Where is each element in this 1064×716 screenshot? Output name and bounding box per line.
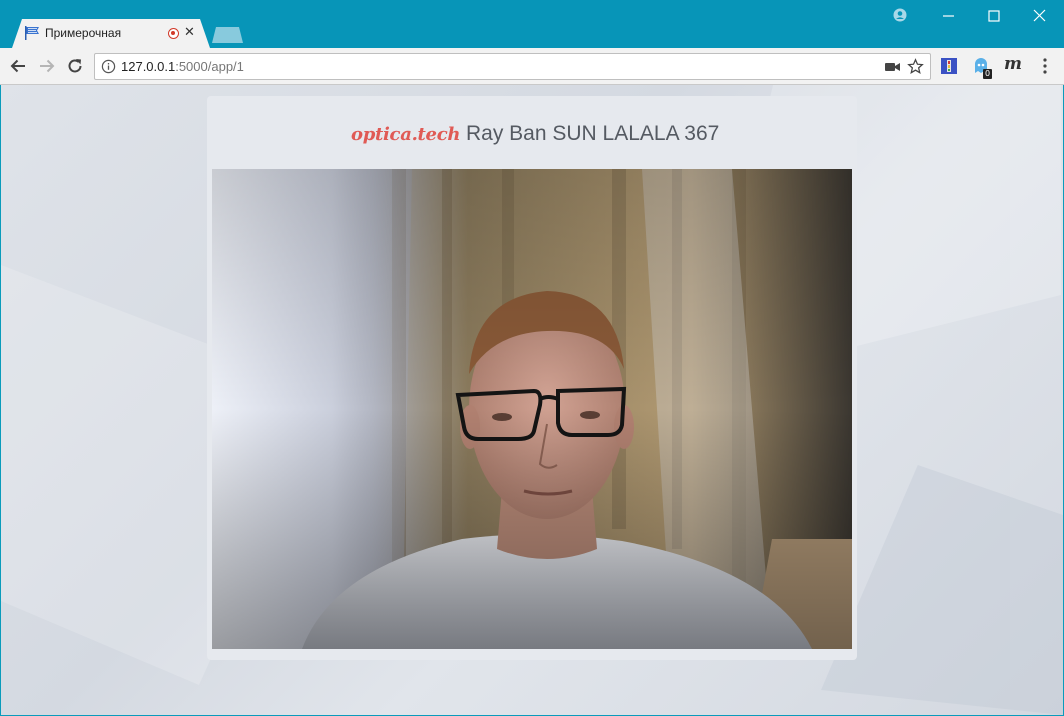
user-icon[interactable] [892, 6, 912, 26]
try-on-card: optica.tech Ray Ban SUN LALALA 367 [207, 96, 857, 660]
maximize-icon[interactable] [984, 6, 1004, 26]
flag-icon [25, 26, 39, 40]
title-bar: Примерочная ✕ [0, 0, 1064, 48]
star-icon[interactable] [907, 58, 924, 75]
background-shape [821, 465, 1063, 715]
brand-logo[interactable]: optica.tech [351, 124, 460, 145]
recording-icon [168, 28, 179, 39]
new-tab-button[interactable] [212, 27, 243, 43]
url-host: 127.0.0.1 [121, 59, 176, 74]
webcam-video [212, 169, 852, 649]
forward-icon[interactable] [37, 56, 57, 76]
page-background: optica.tech Ray Ban SUN LALALA 367 [1, 85, 1063, 715]
browser-toolbar: 127.0.0.1:5000/app/1 0 m [0, 48, 1064, 85]
url-path: :5000/app/1 [175, 59, 244, 74]
back-icon[interactable] [8, 56, 28, 76]
product-title: Ray Ban SUN LALALA 367 [466, 122, 720, 145]
extension-icon[interactable] [940, 57, 958, 75]
window-close-icon[interactable] [1030, 6, 1050, 26]
url-text: 127.0.0.1:5000/app/1 [121, 59, 244, 74]
reload-icon[interactable] [65, 56, 85, 76]
close-icon[interactable]: ✕ [184, 25, 195, 40]
tab-title: Примерочная [45, 26, 122, 40]
menu-icon[interactable] [1038, 57, 1052, 75]
minimize-icon[interactable] [939, 6, 959, 26]
address-bar[interactable]: 127.0.0.1:5000/app/1 [94, 53, 931, 80]
m-extension-icon[interactable]: m [1004, 54, 1022, 74]
camera-icon[interactable] [885, 61, 901, 73]
info-icon[interactable] [101, 59, 116, 74]
extension-badge: 0 [983, 69, 993, 79]
